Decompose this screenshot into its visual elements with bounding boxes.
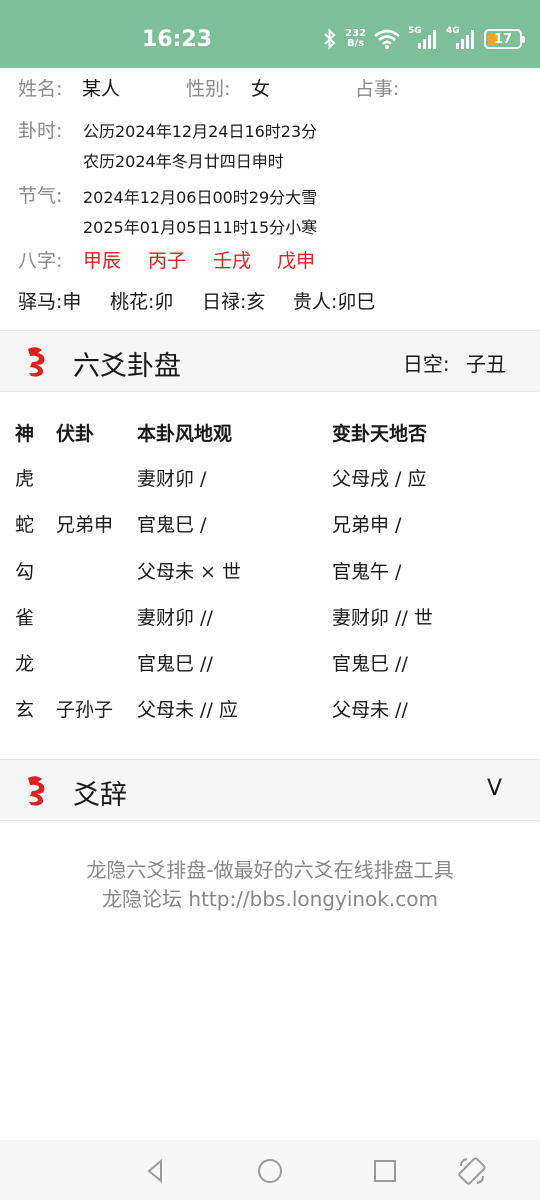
info-row-stars: 驿马:申 桃花:卯 日禄:亥 贵人:卯巳 (18, 287, 528, 317)
info-row-time: 卦时: 公历2024年12月24日16时23分 农历2024年冬月廿四日申时 (18, 116, 528, 176)
footer-slogan: 龙隐六爻排盘-做最好的六爻在线排盘工具 (86, 858, 454, 882)
row-main: 官鬼巳 / (137, 514, 207, 536)
header-changed-hexagram: 变卦天地否 (332, 423, 428, 445)
gender-label: 性别: (186, 78, 231, 100)
dragon-logo-icon (28, 776, 45, 806)
name-value: 某人 (82, 78, 121, 100)
solar-term-label: 节气: (18, 185, 63, 207)
header-hidden: 伏卦 (56, 423, 95, 445)
row-changed: 官鬼巳 // (332, 653, 408, 675)
home-icon[interactable] (255, 1156, 285, 1186)
table-row: 蛇 兄弟申 官鬼巳 / 兄弟申 / (0, 510, 540, 550)
yaoci-section-header[interactable]: 爻辞 V (0, 759, 540, 821)
row-main: 父母未 // 应 (137, 699, 238, 721)
system-nav-bar (0, 1140, 540, 1200)
chevron-down-icon[interactable]: V (487, 776, 502, 801)
dragon-logo-icon (28, 347, 45, 377)
info-row-solar-term: 节气: 2024年12月06日00时29分大雪 2025年01月05日11时15… (18, 181, 528, 241)
row-changed: 父母戌 / 应 (332, 468, 427, 490)
day-void: 日空: 子丑 (403, 348, 506, 377)
row-god: 蛇 (15, 514, 35, 536)
row-hidden: 兄弟申 (56, 514, 114, 536)
lunar-time: 农历2024年冬月廿四日申时 (83, 152, 284, 171)
star-taohua: 桃花:卯 (110, 291, 174, 313)
battery-icon: 17 (484, 29, 525, 49)
bazi-day: 壬戌 (213, 250, 252, 272)
row-main: 妻财卯 // (137, 607, 213, 629)
solar-term-2: 2025年01月05日11时15分小寒 (83, 218, 318, 237)
table-row: 勾 父母未 × 世 官鬼午 / (0, 557, 540, 597)
wifi-icon (374, 29, 400, 49)
matter-label: 占事: (355, 78, 400, 100)
footer-forum-link[interactable]: 龙隐论坛 http://bbs.longyinok.com (0, 885, 540, 914)
row-changed: 妻财卯 // 世 (332, 607, 433, 629)
battery-level: 17 (493, 31, 513, 47)
recents-icon[interactable] (370, 1156, 400, 1186)
star-yima: 驿马:申 (18, 291, 82, 313)
bazi-label: 八字: (18, 250, 63, 272)
row-hidden: 子孙子 (56, 699, 114, 721)
rotate-icon[interactable] (457, 1156, 487, 1186)
table-header: 神 伏卦 本卦风地观 变卦天地否 (0, 419, 540, 459)
table-row: 玄 子孙子 父母未 // 应 父母未 // (0, 695, 540, 735)
header-god: 神 (15, 423, 35, 445)
divination-time-label: 卦时: (18, 120, 63, 142)
table-row: 雀 妻财卯 // 妻财卯 // 世 (0, 603, 540, 643)
signal-5g-label: 5G (408, 26, 422, 36)
info-row-bazi: 八字: 甲辰 丙子 壬戌 戊申 (18, 246, 528, 276)
network-speed: 232 B/s (345, 29, 366, 49)
name-label: 姓名: (18, 78, 63, 100)
network-speed-unit: B/s (346, 38, 365, 49)
day-void-value: 子丑 (466, 352, 506, 376)
star-rilu: 日禄:亥 (202, 291, 266, 313)
row-god: 雀 (15, 607, 35, 629)
star-guiren: 贵人:卯巳 (293, 291, 376, 313)
signal-4g-icon: 4G (446, 26, 476, 50)
row-god: 龙 (15, 653, 35, 675)
yaoci-title: 爻辞 (73, 780, 127, 811)
status-time: 16:23 (142, 27, 213, 52)
table-row: 龙 官鬼巳 // 官鬼巳 // (0, 649, 540, 689)
table-row: 虎 妻财卯 / 父母戌 / 应 (0, 464, 540, 504)
hexagram-panel-title: 六爻卦盘 (73, 351, 181, 382)
bazi-month: 丙子 (148, 250, 187, 272)
back-icon[interactable] (140, 1156, 170, 1186)
row-changed: 父母未 // (332, 699, 408, 721)
row-god: 玄 (15, 699, 35, 721)
row-main: 父母未 × 世 (137, 561, 241, 583)
row-main: 官鬼巳 // (137, 653, 213, 675)
status-icons: 232 B/s 5G 4G 17 (323, 25, 525, 53)
info-row-basic: 姓名: 某人 性别: 女 占事: (18, 74, 528, 104)
row-god: 虎 (15, 468, 35, 490)
gender-value: 女 (251, 78, 271, 100)
status-bar: 16:23 232 B/s 5G 4G 17 (0, 0, 540, 68)
footer: 龙隐六爻排盘-做最好的六爻在线排盘工具 龙隐论坛 http://bbs.long… (0, 856, 540, 914)
bazi-year: 甲辰 (83, 250, 122, 272)
day-void-label: 日空: (402, 352, 450, 376)
signal-4g-label: 4G (446, 26, 460, 36)
row-god: 勾 (15, 561, 35, 583)
solar-term-1: 2024年12月06日00时29分大雪 (83, 188, 318, 207)
signal-5g-icon: 5G (408, 26, 438, 50)
solar-time: 公历2024年12月24日16时23分 (83, 122, 318, 141)
row-main: 妻财卯 / (137, 468, 207, 490)
hexagram-panel-header: 六爻卦盘 日空: 子丑 (0, 330, 540, 392)
bluetooth-icon (323, 28, 337, 50)
row-changed: 官鬼午 / (332, 561, 402, 583)
header-main-hexagram: 本卦风地观 (137, 423, 233, 445)
row-changed: 兄弟申 / (332, 514, 402, 536)
bazi-hour: 戊申 (277, 250, 316, 272)
